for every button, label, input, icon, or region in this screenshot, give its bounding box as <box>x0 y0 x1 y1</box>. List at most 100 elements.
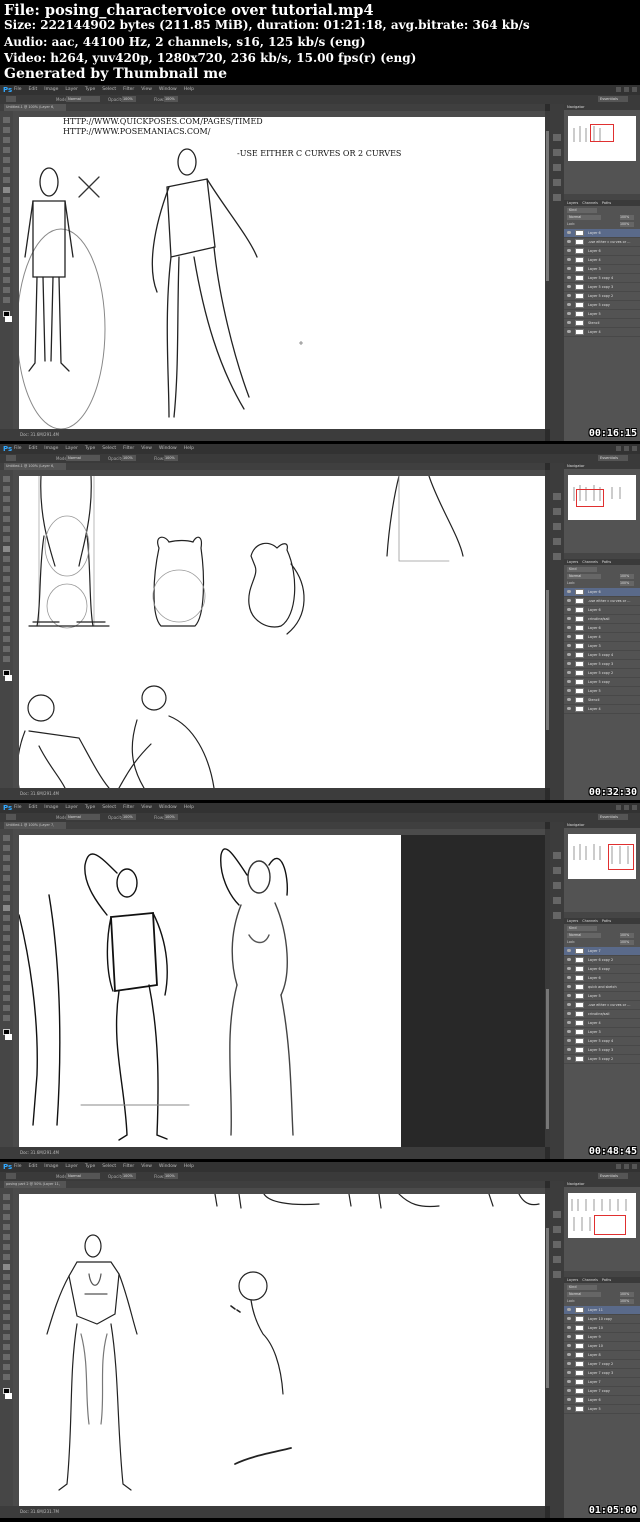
visibility-eye-icon[interactable] <box>567 1039 571 1042</box>
layer-row[interactable]: Layer 4 <box>564 328 640 337</box>
menu-image[interactable]: Image <box>44 444 58 454</box>
background-color-swatch[interactable] <box>5 1393 12 1399</box>
visibility-eye-icon[interactable] <box>567 1308 571 1311</box>
dodge-tool-icon[interactable] <box>3 237 10 243</box>
zoom-tool-icon[interactable] <box>3 1374 10 1380</box>
path-select-tool-icon[interactable] <box>3 1344 10 1350</box>
swatches-icon[interactable] <box>553 912 561 919</box>
stamp-tool-icon[interactable] <box>3 556 10 562</box>
character-icon[interactable] <box>553 538 561 545</box>
navigator-view-box[interactable] <box>590 124 614 142</box>
visibility-eye-icon[interactable] <box>567 635 571 638</box>
type-tool-icon[interactable] <box>3 616 10 622</box>
mode-select[interactable]: Normal <box>66 96 100 102</box>
visibility-eye-icon[interactable] <box>567 617 571 620</box>
visibility-eye-icon[interactable] <box>567 626 571 629</box>
layer-row[interactable]: Layer 6 copy 2 <box>564 956 640 965</box>
layer-row[interactable]: Layer 3 <box>564 642 640 651</box>
flow-field[interactable]: 100% <box>164 96 178 102</box>
tab-layers[interactable]: Layers <box>567 1277 578 1283</box>
layer-row[interactable]: Layer 5 copy <box>564 678 640 687</box>
properties-icon[interactable] <box>553 1226 561 1233</box>
type-tool-icon[interactable] <box>3 975 10 981</box>
visibility-eye-icon[interactable] <box>567 285 571 288</box>
path-select-tool-icon[interactable] <box>3 267 10 273</box>
visibility-eye-icon[interactable] <box>567 276 571 279</box>
path-select-tool-icon[interactable] <box>3 985 10 991</box>
visibility-eye-icon[interactable] <box>567 1021 571 1024</box>
tab-paths[interactable]: Paths <box>602 559 611 565</box>
visibility-eye-icon[interactable] <box>567 1407 571 1410</box>
visibility-eye-icon[interactable] <box>567 294 571 297</box>
blend-mode-select[interactable]: Normal <box>567 1292 601 1297</box>
layer-row[interactable]: Layer 5 copy 4 <box>564 1037 640 1046</box>
lasso-tool-icon[interactable] <box>3 496 10 502</box>
layer-row[interactable]: Layer 5 copy <box>564 301 640 310</box>
menu-image[interactable]: Image <box>44 803 58 813</box>
crop-tool-icon[interactable] <box>3 157 10 163</box>
close-icon[interactable] <box>632 446 637 451</box>
menu-window[interactable]: Window <box>159 85 177 95</box>
navigator-view-box[interactable] <box>576 489 604 507</box>
background-color-swatch[interactable] <box>5 1034 12 1040</box>
hand-tool-icon[interactable] <box>3 1005 10 1011</box>
visibility-eye-icon[interactable] <box>567 590 571 593</box>
layer-filter-kind[interactable]: Kind <box>567 567 597 572</box>
pen-tool-icon[interactable] <box>3 965 10 971</box>
menu-edit[interactable]: Edit <box>29 444 38 454</box>
layer-row[interactable]: Layer 6 <box>564 588 640 597</box>
visibility-eye-icon[interactable] <box>567 249 571 252</box>
menu-view[interactable]: View <box>141 85 152 95</box>
visibility-eye-icon[interactable] <box>567 608 571 611</box>
pen-tool-icon[interactable] <box>3 1324 10 1330</box>
eyedropper-tool-icon[interactable] <box>3 885 10 891</box>
tab-layers[interactable]: Layers <box>567 559 578 565</box>
layer-opacity-field[interactable]: 100% <box>620 574 634 579</box>
dodge-tool-icon[interactable] <box>3 1314 10 1320</box>
brush-tool-icon[interactable] <box>3 187 10 193</box>
menu-edit[interactable]: Edit <box>29 85 38 95</box>
history-brush-tool-icon[interactable] <box>3 566 10 572</box>
layer-row[interactable]: -use either c curves or ... <box>564 597 640 606</box>
swatches-icon[interactable] <box>553 194 561 201</box>
zoom-tool-icon[interactable] <box>3 1015 10 1021</box>
blend-mode-select[interactable]: Normal <box>567 215 601 220</box>
visibility-eye-icon[interactable] <box>567 1389 571 1392</box>
history-icon[interactable] <box>553 493 561 500</box>
visibility-eye-icon[interactable] <box>567 1012 571 1015</box>
menu-image[interactable]: Image <box>44 1162 58 1172</box>
menu-window[interactable]: Window <box>159 803 177 813</box>
eraser-tool-icon[interactable] <box>3 576 10 582</box>
visibility-eye-icon[interactable] <box>567 1326 571 1329</box>
move-tool-icon[interactable] <box>3 117 10 123</box>
visibility-eye-icon[interactable] <box>567 1344 571 1347</box>
layer-opacity-field[interactable]: 100% <box>620 933 634 938</box>
brushes-icon[interactable] <box>553 164 561 171</box>
layer-row[interactable]: Layer 10 copy <box>564 1315 640 1324</box>
visibility-eye-icon[interactable] <box>567 967 571 970</box>
minimize-icon[interactable] <box>616 87 621 92</box>
close-icon[interactable] <box>632 805 637 810</box>
visibility-eye-icon[interactable] <box>567 258 571 261</box>
pen-tool-icon[interactable] <box>3 606 10 612</box>
quick-select-tool-icon[interactable] <box>3 1224 10 1230</box>
layer-row[interactable]: Layer 5 copy 3 <box>564 283 640 292</box>
layer-row[interactable]: Layer 10 <box>564 1324 640 1333</box>
gradient-tool-icon[interactable] <box>3 1304 10 1310</box>
tab-channels[interactable]: Channels <box>582 200 598 206</box>
tab-paths[interactable]: Paths <box>602 1277 611 1283</box>
tab-channels[interactable]: Channels <box>582 1277 598 1283</box>
visibility-eye-icon[interactable] <box>567 662 571 665</box>
lasso-tool-icon[interactable] <box>3 1214 10 1220</box>
menu-select[interactable]: Select <box>102 444 116 454</box>
flow-field[interactable]: 100% <box>164 1173 178 1179</box>
layer-row[interactable]: Layer 6 <box>564 606 640 615</box>
menu-window[interactable]: Window <box>159 444 177 454</box>
navigator-view-box[interactable] <box>608 844 634 870</box>
visibility-eye-icon[interactable] <box>567 671 571 674</box>
canvas[interactable]: HTTP://WWW.QUICKPOSES.COM/PAGES/TIMED HT… <box>19 117 545 429</box>
shape-tool-icon[interactable] <box>3 1354 10 1360</box>
visibility-eye-icon[interactable] <box>567 1353 571 1356</box>
menu-filter[interactable]: Filter <box>123 444 134 454</box>
workspace-switcher[interactable]: Essentials <box>598 96 628 102</box>
